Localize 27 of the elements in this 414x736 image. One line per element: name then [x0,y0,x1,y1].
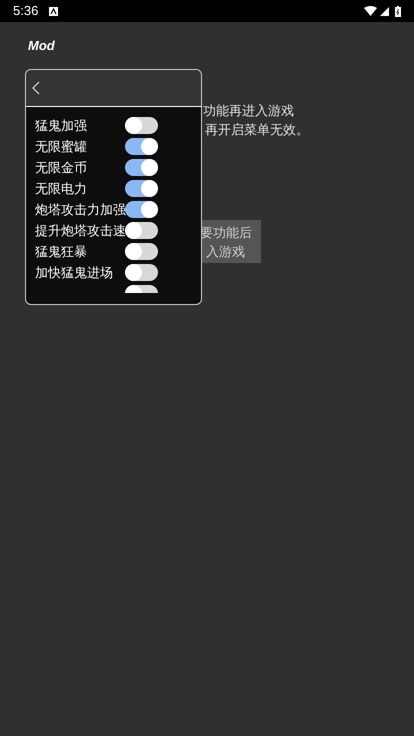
toggle-switch[interactable] [125,159,158,176]
keyboard-icon [49,6,58,16]
option-label: 无限蜜罐 [35,138,87,154]
notice-text: 功能再进入游戏 [203,102,295,120]
toggle-switch[interactable] [125,264,158,281]
option-label: 无限金币 [35,160,87,174]
status-time: 5:36 [13,2,38,20]
toggle-switch[interactable] [125,201,158,218]
toast-text: 入游戏 [206,242,245,260]
option-label: 猛鬼狂暴 [35,244,87,258]
toggle-switch[interactable] [125,138,158,155]
option-label: 猛鬼加强 [35,118,87,132]
signal-icon [380,6,389,16]
toggle-switch[interactable] [125,243,158,260]
toast-text: 要功能后 [200,224,252,242]
wifi-icon [364,6,377,16]
option-label: 加快猛鬼进场 [35,264,113,280]
back-icon [32,81,40,95]
option-label: 无限电力 [35,180,87,196]
toggle-switch[interactable] [125,222,158,239]
toggle-switch[interactable] [125,180,158,197]
option-label: 提升炮塔攻击速 [35,222,126,238]
app-logo: Mod [28,38,55,53]
battery-icon [395,6,401,16]
toggle-switch[interactable] [125,117,158,134]
back-button[interactable] [32,81,40,95]
notice-text: 再开启菜单无效。 [205,121,309,139]
